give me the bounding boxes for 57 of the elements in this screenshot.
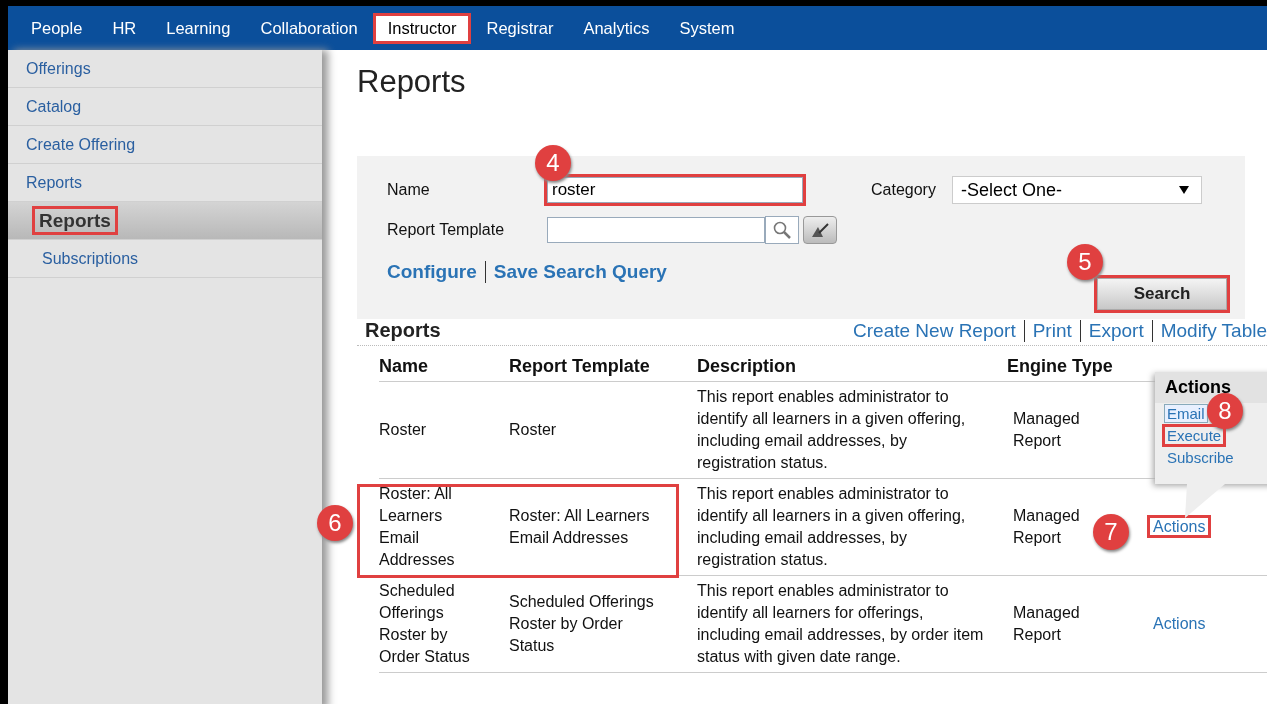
name-input[interactable]: roster — [547, 177, 803, 203]
nav-tab[interactable]: Instructor — [372, 12, 472, 44]
table-link[interactable]: Print — [1032, 320, 1072, 342]
nav-tab[interactable]: System — [664, 12, 750, 44]
field-label: Category — [871, 181, 936, 199]
table-cell: Scheduled Offerings Roster by Order Status — [379, 582, 470, 665]
column-header: Description — [697, 346, 1007, 382]
table-cell: This report enables administrator to identify all learners in a given offering, including email addresses, by registration status. — [697, 485, 966, 568]
sidebar-subitem[interactable]: Reports — [8, 202, 322, 240]
nav-tab[interactable]: HR — [97, 12, 152, 44]
table-link[interactable]: Modify Table — [1160, 320, 1267, 342]
nav-tab[interactable]: Analytics — [568, 12, 665, 44]
column-header: Report Template — [509, 346, 697, 382]
table-cell: Managed Report — [1013, 507, 1080, 546]
sidebar-subitem[interactable]: Subscriptions — [8, 240, 322, 278]
callout-badge: 6 — [317, 505, 353, 541]
callout-badge: 7 — [1093, 514, 1129, 550]
table-cell: This report enables administrator to identify all learners in a given offering, including email addresses, by registration status. — [697, 388, 966, 471]
category-dropdown[interactable]: -Select One- — [951, 176, 1202, 204]
magnifier-icon — [772, 220, 792, 240]
field-label: Report Template — [387, 221, 506, 239]
actions-link[interactable]: Actions — [1147, 612, 1212, 635]
table-cell: Scheduled Offerings Roster by Order Status — [509, 593, 654, 654]
report-template-input[interactable] — [547, 217, 765, 243]
table-cell: Roster: All Learners Email Addresses — [379, 485, 455, 568]
dropdown-caret-icon — [1178, 186, 1189, 194]
table-cell: Managed Report — [1013, 410, 1080, 449]
table-cell: Roster — [509, 421, 557, 438]
nav-tab[interactable]: Collaboration — [245, 12, 373, 44]
nav-tab[interactable]: Registrar — [471, 12, 569, 44]
table-cell: This report enables administrator to identify all learners for offerings, including email addresses, by order item status with given date range. — [697, 582, 984, 665]
table-cell: Roster — [379, 421, 427, 438]
table-cell: Managed Report — [1013, 604, 1080, 643]
form-link[interactable]: Save Search Query — [493, 261, 667, 283]
column-header: Name — [379, 346, 509, 382]
popup-menu-link[interactable]: Execute — [1165, 427, 1224, 444]
popup-menu-link[interactable]: Subscribe — [1165, 449, 1236, 466]
callout-badge: 4 — [535, 145, 571, 181]
nav-tab[interactable]: Learning — [151, 12, 246, 44]
table-link[interactable]: Create New Report — [853, 320, 1016, 342]
sidebar-item[interactable]: Create Offering — [8, 126, 322, 164]
table-cell: Roster: All Learners Email Addresses — [509, 507, 650, 546]
sidebar-item[interactable]: Offerings — [8, 50, 322, 88]
section-title: Reports — [365, 319, 441, 342]
sidebar-item[interactable]: Catalog — [8, 88, 322, 126]
page-title: Reports — [357, 64, 467, 100]
callout-badge: 5 — [1067, 244, 1103, 280]
search-lookup-button[interactable] — [765, 216, 799, 244]
search-button[interactable]: Search — [1097, 278, 1227, 310]
nav-tab[interactable]: People — [16, 12, 98, 44]
edit-button[interactable] — [803, 216, 837, 244]
field-label: Name — [387, 181, 431, 199]
actions-link[interactable]: Actions — [1147, 515, 1212, 538]
table-link[interactable]: Export — [1088, 320, 1144, 342]
column-header: Engine Type — [1007, 346, 1125, 382]
form-link[interactable]: Configure — [387, 261, 477, 283]
popup-menu-link[interactable]: Email — [1165, 405, 1207, 422]
